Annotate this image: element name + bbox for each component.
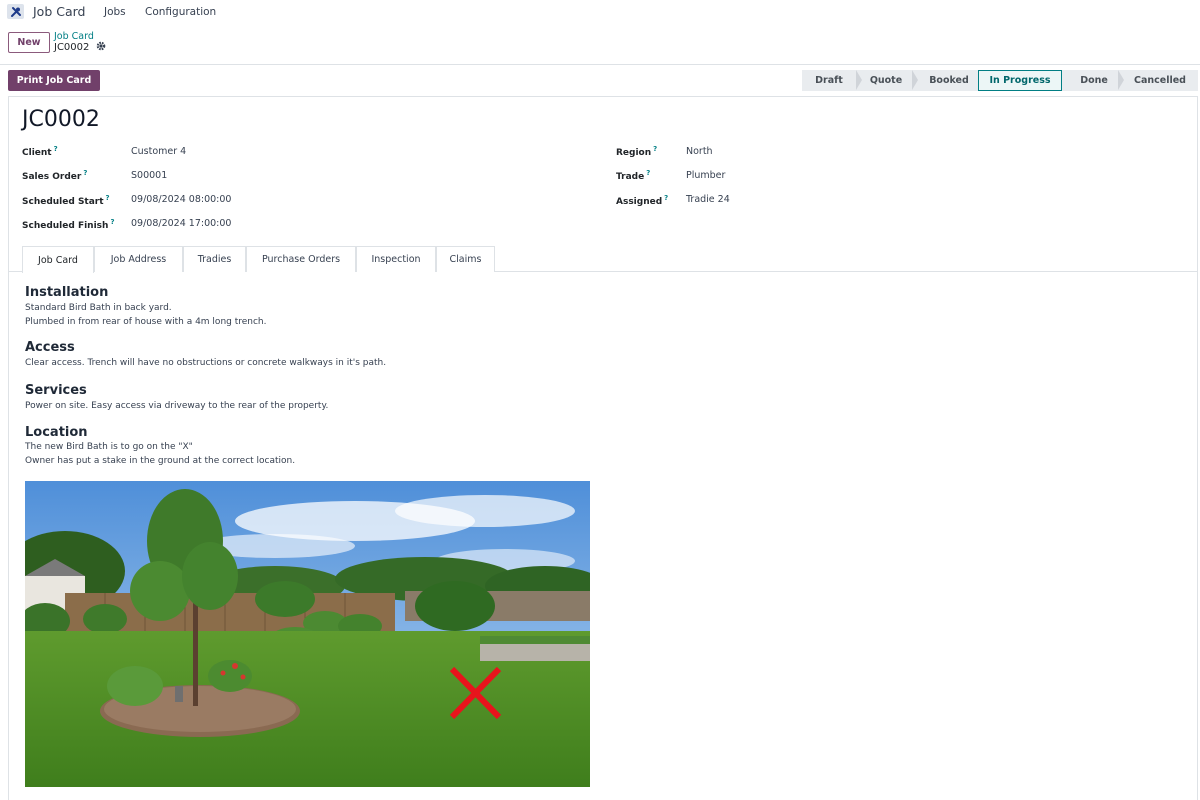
field-label-scheduled-start: Scheduled Start? bbox=[22, 194, 110, 207]
new-button[interactable]: New bbox=[8, 32, 50, 53]
tab-purchase-orders[interactable]: Purchase Orders bbox=[246, 246, 356, 272]
field-label-region: Region? bbox=[616, 145, 658, 158]
stage-draft[interactable]: Draft bbox=[808, 70, 850, 91]
field-value-region[interactable]: North bbox=[686, 146, 713, 157]
text-line: Standard Bird Bath in back yard. bbox=[25, 303, 172, 313]
stage-in-progress[interactable]: In Progress bbox=[978, 70, 1062, 91]
field-label-sales-order: Sales Order? bbox=[22, 169, 88, 182]
print-job-card-button[interactable]: Print Job Card bbox=[8, 70, 100, 91]
tab-tradies[interactable]: Tradies bbox=[183, 246, 246, 272]
field-value-client[interactable]: Customer 4 bbox=[131, 146, 186, 157]
field-value-sales-order[interactable]: S00001 bbox=[131, 170, 167, 181]
text-line: The new Bird Bath is to go on the "X" bbox=[25, 442, 193, 452]
breadcrumb-current: JC0002 bbox=[54, 42, 90, 53]
heading-services: Services bbox=[25, 383, 87, 398]
field-value-scheduled-finish[interactable]: 09/08/2024 17:00:00 bbox=[131, 218, 231, 229]
app-name[interactable]: Job Card bbox=[33, 4, 85, 19]
stage-booked[interactable]: Booked bbox=[920, 70, 978, 91]
stage-separator bbox=[912, 70, 918, 90]
menu-configuration[interactable]: Configuration bbox=[145, 6, 216, 18]
heading-installation: Installation bbox=[25, 285, 109, 300]
help-tooltip-icon[interactable]: ? bbox=[646, 169, 650, 177]
top-navbar: Job Card Jobs Configuration bbox=[0, 0, 1200, 24]
help-tooltip-icon[interactable]: ? bbox=[653, 145, 657, 153]
stage-cancelled[interactable]: Cancelled bbox=[1126, 70, 1194, 91]
stage-separator bbox=[1118, 70, 1124, 90]
field-value-assigned[interactable]: Tradie 24 bbox=[686, 194, 730, 205]
breadcrumb-parent-link[interactable]: Job Card bbox=[54, 31, 94, 42]
field-value-scheduled-start[interactable]: 09/08/2024 08:00:00 bbox=[131, 194, 231, 205]
text-line: Power on site. Easy access via driveway … bbox=[25, 401, 329, 411]
stage-quote[interactable]: Quote bbox=[864, 70, 908, 91]
menu-jobs[interactable]: Jobs bbox=[104, 6, 126, 18]
field-label-assigned: Assigned? bbox=[616, 194, 669, 207]
field-label-client: Client? bbox=[22, 145, 58, 158]
field-label-trade: Trade? bbox=[616, 169, 651, 182]
heading-access: Access bbox=[25, 340, 75, 355]
tab-inspection[interactable]: Inspection bbox=[356, 246, 436, 272]
help-tooltip-icon[interactable]: ? bbox=[664, 194, 668, 202]
tab-claims[interactable]: Claims bbox=[436, 246, 495, 272]
record-title: JC0002 bbox=[22, 107, 100, 132]
text-line: Owner has put a stake in the ground at t… bbox=[25, 456, 296, 466]
control-panel-divider bbox=[0, 64, 1200, 65]
heading-location: Location bbox=[25, 425, 88, 440]
app-tools-icon[interactable] bbox=[7, 4, 24, 19]
help-tooltip-icon[interactable]: ? bbox=[83, 169, 87, 177]
text-line: Clear access. Trench will have no obstru… bbox=[25, 358, 387, 368]
field-label-scheduled-finish: Scheduled Finish? bbox=[22, 218, 115, 231]
field-value-trade[interactable]: Plumber bbox=[686, 170, 725, 181]
help-tooltip-icon[interactable]: ? bbox=[54, 145, 58, 153]
tab-job-address[interactable]: Job Address bbox=[94, 246, 183, 272]
help-tooltip-icon[interactable]: ? bbox=[106, 194, 110, 202]
stage-done[interactable]: Done bbox=[1068, 70, 1120, 91]
backyard-photo[interactable] bbox=[25, 481, 590, 787]
tab-job-card[interactable]: Job Card bbox=[22, 246, 94, 273]
gear-icon[interactable] bbox=[96, 41, 106, 54]
text-line: Plumbed in from rear of house with a 4m … bbox=[25, 317, 267, 327]
help-tooltip-icon[interactable]: ? bbox=[110, 218, 114, 226]
stage-separator bbox=[856, 70, 862, 90]
